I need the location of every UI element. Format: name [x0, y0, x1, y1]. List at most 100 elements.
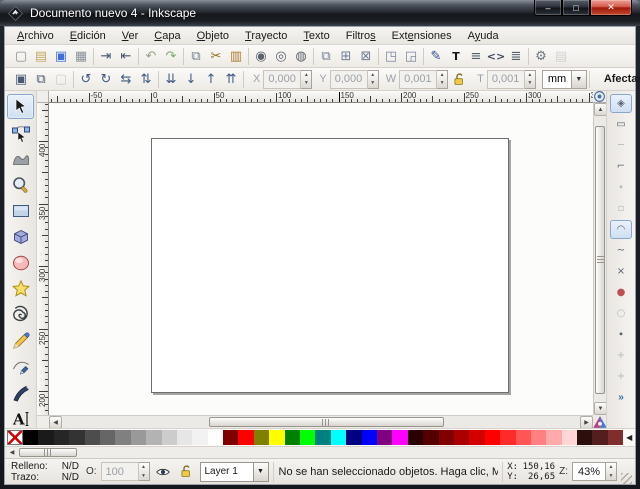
spinner-arrows[interactable]: ▲▼	[139, 462, 150, 481]
zoom-to-selection-button[interactable]: ◉	[251, 46, 271, 66]
snap-bounding-box-button[interactable]: ▭	[610, 115, 632, 134]
raise-button[interactable]: ↑	[201, 69, 221, 89]
xml-editor-button[interactable]: <>	[486, 46, 506, 66]
menu-texto[interactable]: Texto	[295, 29, 337, 43]
horizontal-scroll-track[interactable]	[62, 416, 580, 428]
palette-swatch[interactable]	[408, 430, 423, 445]
field-w-value[interactable]: 0,001	[399, 70, 437, 89]
fill-stroke-indicator[interactable]: Relleno: N/D Trazo: N/D	[8, 461, 82, 483]
menu-edicion[interactable]: Edición	[62, 29, 114, 43]
layer-lock-button[interactable]	[177, 462, 196, 481]
palette-swatch[interactable]	[115, 430, 130, 445]
palette-swatch[interactable]	[377, 430, 392, 445]
create-clone-button[interactable]: ⊞	[336, 46, 356, 66]
rectangle-tool-button[interactable]	[7, 198, 34, 223]
copy-button[interactable]: ⧉	[186, 46, 206, 66]
spinner-arrows[interactable]: ▲▼	[525, 70, 536, 89]
rotate-ccw-button[interactable]: ↺	[76, 69, 96, 89]
palette-swatch[interactable]	[208, 430, 223, 445]
palette-swatch[interactable]	[531, 430, 546, 445]
lock-dimensions-button[interactable]	[450, 70, 468, 89]
snap-nodes-button[interactable]: ◠	[610, 220, 632, 239]
palette-swatch[interactable]	[346, 430, 361, 445]
palette-swatch[interactable]	[131, 430, 146, 445]
menu-ayuda[interactable]: Ayuda	[460, 29, 507, 43]
snapbar-overflow-chevron[interactable]: »	[618, 392, 624, 403]
horizontal-scroll-thumb[interactable]	[209, 417, 444, 427]
palette-swatch[interactable]	[223, 430, 238, 445]
unlink-clone-button[interactable]: ⊠	[356, 46, 376, 66]
vertical-scrollbar[interactable]: ▲ ▼	[593, 103, 606, 415]
palette-swatch[interactable]	[362, 430, 377, 445]
snap-cusp-nodes-button[interactable]: ●	[610, 283, 632, 302]
field-t-value[interactable]: 0,001	[487, 70, 525, 89]
ellipse-tool-button[interactable]	[7, 250, 34, 275]
palette-swatch[interactable]	[162, 430, 177, 445]
unit-selector[interactable]: mm ▼	[542, 70, 587, 89]
palette-scrollbar[interactable]: ◀	[5, 446, 635, 458]
zoom-tool-button[interactable]	[7, 172, 34, 197]
palette-swatch[interactable]	[516, 430, 531, 445]
selector-tool-button[interactable]	[7, 94, 34, 119]
vertical-scroll-thumb[interactable]	[595, 126, 605, 394]
save-document-button[interactable]: ▣	[51, 46, 71, 66]
layer-selector[interactable]: Layer 1 ▼	[200, 462, 269, 482]
window-resize-grip[interactable]	[621, 473, 632, 484]
3dbox-tool-button[interactable]	[7, 224, 34, 249]
palette-swatch[interactable]	[546, 430, 561, 445]
vertical-ruler[interactable]: 400350300250200	[37, 103, 49, 415]
palette-swatch[interactable]	[100, 430, 115, 445]
palette-swatch[interactable]	[423, 430, 438, 445]
lower-button[interactable]: ↓	[181, 69, 201, 89]
unit-dropdown-arrow[interactable]: ▼	[572, 70, 587, 89]
duplicate-button[interactable]: ⧉	[316, 46, 336, 66]
node-tool-button[interactable]	[7, 120, 34, 145]
palette-scroll-thumb[interactable]	[19, 448, 77, 457]
palette-swatch[interactable]	[38, 430, 53, 445]
palette-swatch[interactable]	[254, 430, 269, 445]
zoom-to-page-button[interactable]: ◍	[291, 46, 311, 66]
vertical-scroll-track[interactable]	[594, 116, 606, 402]
opacity-value[interactable]: 100	[101, 462, 139, 481]
opacity-spinbox[interactable]: 100 ▲▼	[101, 462, 150, 481]
minimize-button[interactable]: –	[534, 0, 562, 16]
layers-dialog-button[interactable]: ≡	[466, 46, 486, 66]
close-button[interactable]: ✕	[590, 0, 632, 16]
spinner-arrows[interactable]: ▲▼	[368, 70, 379, 89]
preferences-button[interactable]: ⚙	[531, 46, 551, 66]
zoom-to-drawing-button[interactable]: ◎	[271, 46, 291, 66]
new-document-button[interactable]: ▢	[11, 46, 31, 66]
title-bar[interactable]: Documento nuevo 4 - Inkscape – □ ✕	[0, 0, 640, 26]
palette-swatch[interactable]	[592, 430, 607, 445]
flip-horizontal-button[interactable]: ⇆	[116, 69, 136, 89]
paste-button[interactable]: ▥	[226, 46, 246, 66]
horizontal-scrollbar[interactable]: ◀ ▶	[49, 415, 593, 428]
palette-swatch[interactable]	[500, 430, 515, 445]
raise-to-top-button[interactable]: ⇈	[221, 69, 241, 89]
palette-swatch[interactable]	[577, 430, 592, 445]
palette-swatch[interactable]	[54, 430, 69, 445]
lower-to-bottom-button[interactable]: ⇊	[161, 69, 181, 89]
ungroup-selection-button[interactable]: ◲	[401, 46, 421, 66]
spiral-tool-button[interactable]	[7, 302, 34, 327]
palette-swatch[interactable]	[300, 430, 315, 445]
star-tool-button[interactable]	[7, 276, 34, 301]
zoom-spinbox[interactable]: 43% ▲▼	[572, 462, 617, 481]
snap-path-intersections-button[interactable]: ×	[610, 262, 632, 281]
palette-swatch-none[interactable]	[7, 430, 23, 445]
pencil-tool-button[interactable]	[7, 328, 34, 353]
maximize-button[interactable]: □	[562, 0, 590, 16]
palette-swatch[interactable]	[469, 430, 484, 445]
cut-button[interactable]: ✂	[206, 46, 226, 66]
calligraphy-tool-button[interactable]	[7, 380, 34, 405]
field-w-spinbox[interactable]: 0,001▲▼	[399, 70, 448, 89]
select-all-button[interactable]: ▣	[11, 69, 31, 89]
menu-archivo[interactable]: Archivo	[9, 29, 62, 43]
palette-swatch[interactable]	[454, 430, 469, 445]
palette-scroll-right-arrow[interactable]: ◀	[623, 430, 635, 445]
palette-swatch[interactable]	[392, 430, 407, 445]
field-t-spinbox[interactable]: 0,001▲▼	[487, 70, 536, 89]
palette-swatch[interactable]	[285, 430, 300, 445]
field-x-value[interactable]: 0,000	[263, 70, 301, 89]
layer-dropdown-arrow[interactable]: ▼	[254, 462, 269, 482]
